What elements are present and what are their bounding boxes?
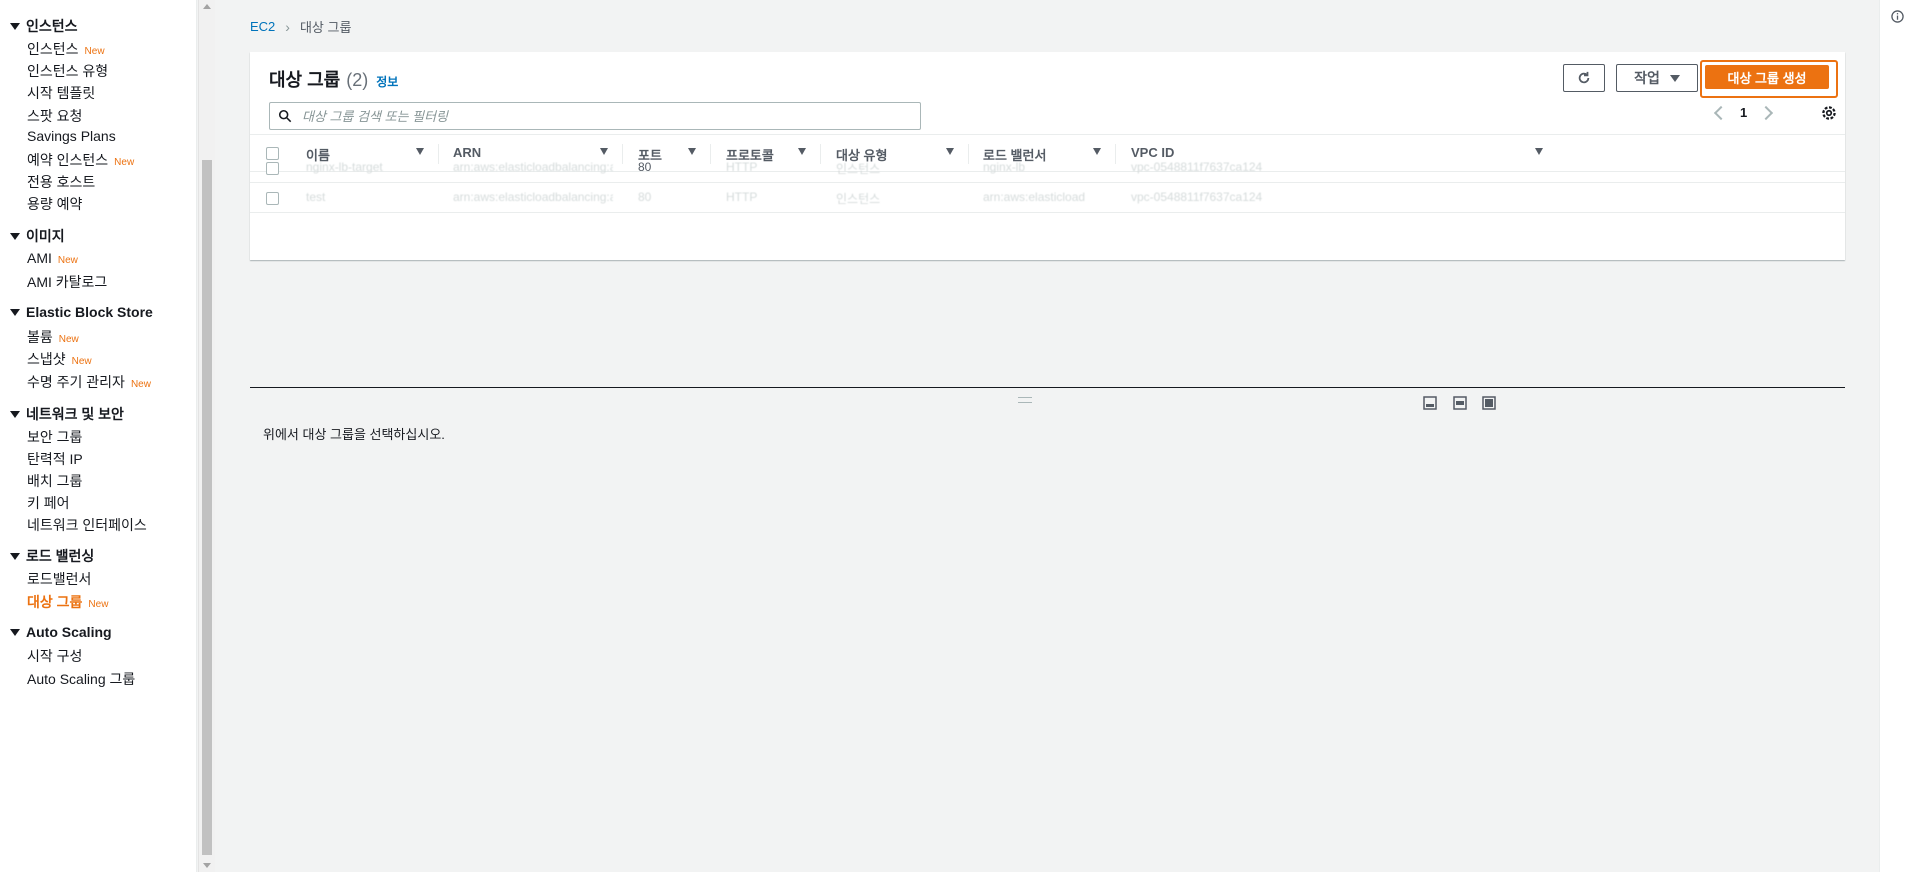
split-side-icon[interactable] xyxy=(1453,396,1467,410)
sidebar-item-lifecycle-manager[interactable]: 수명 주기 관리자 New xyxy=(27,372,151,392)
sidebar-item-key-pairs[interactable]: 키 페어 xyxy=(27,493,70,513)
page-number[interactable]: 1 xyxy=(1740,105,1747,120)
split-panel-drag-handle[interactable] xyxy=(1018,397,1032,403)
sidebar-item-security-groups[interactable]: 보안 그룹 xyxy=(27,427,82,447)
nav-section-ebs[interactable]: Elastic Block Store xyxy=(10,304,153,320)
panel-title: 대상 그룹 (2) 정보 xyxy=(269,70,399,90)
refresh-button[interactable] xyxy=(1563,64,1605,92)
arn-cell: arn:aws:elasticloadbalancing:ap xyxy=(453,190,613,204)
nav-section-network-security[interactable]: 네트워크 및 보안 xyxy=(10,404,124,424)
sidebar-item-placement-groups[interactable]: 배치 그룹 xyxy=(27,471,82,491)
scrollbar-thumb[interactable] xyxy=(202,160,212,855)
info-link[interactable]: 정보 xyxy=(376,75,398,89)
sidebar-item-launch-templates[interactable]: 시작 템플릿 xyxy=(27,83,95,103)
vpc-id-cell[interactable]: vpc-0548811f7637ca124 xyxy=(1131,160,1262,174)
sidebar-item-instances[interactable]: 인스턴스 New xyxy=(27,39,105,59)
scroll-down-icon[interactable] xyxy=(203,863,211,868)
table-row[interactable]: nginx-lb-target arn:aws:elasticloadbalan… xyxy=(250,153,1845,183)
tools-rail xyxy=(1879,0,1916,872)
info-icon[interactable] xyxy=(1891,10,1904,23)
create-target-group-button[interactable]: 대상 그룹 생성 xyxy=(1705,65,1829,89)
caret-down-icon xyxy=(1669,74,1680,82)
protocol-cell: HTTP xyxy=(726,160,758,174)
refresh-icon xyxy=(1578,71,1590,84)
sidebar-item-reserved-instances[interactable]: 예약 인스턴스 New xyxy=(27,150,134,170)
sidebar-item-auto-scaling-groups[interactable]: Auto Scaling 그룹 xyxy=(27,669,135,689)
row-checkbox[interactable] xyxy=(266,192,279,205)
target-type-cell: 인스턴스 xyxy=(836,192,881,206)
target-group-name-link[interactable]: nginx-lb-target xyxy=(306,160,436,174)
load-balancer-cell[interactable]: arn:aws:elasticload xyxy=(983,190,1103,204)
caret-down-icon xyxy=(10,308,20,316)
sidebar-item-spot-requests[interactable]: 스팟 요청 xyxy=(27,106,82,126)
breadcrumb-ec2-link[interactable]: EC2 xyxy=(250,19,275,34)
vpc-id-cell[interactable]: vpc-0548811f7637ca124 xyxy=(1131,190,1262,204)
sidebar-scrollbar[interactable] xyxy=(198,0,215,872)
caret-down-icon xyxy=(10,22,20,30)
caret-down-icon xyxy=(10,410,20,418)
sidebar-item-target-groups[interactable]: 대상 그룹 New xyxy=(27,592,108,612)
scroll-up-icon[interactable] xyxy=(203,4,211,9)
arn-cell: arn:aws:elasticloadbalancing:ap xyxy=(453,160,613,174)
main-content: EC2 › 대상 그룹 대상 그룹(2)정보 작업 대상 그룹 생성 1 이름 xyxy=(214,0,1879,872)
target-type-cell: 인스턴스 xyxy=(836,162,881,176)
sidebar-item-ami[interactable]: AMI New xyxy=(27,250,78,266)
sidebar-item-savings-plans[interactable]: Savings Plans xyxy=(27,128,116,144)
port-cell: 80 xyxy=(638,160,652,174)
nav-section-images[interactable]: 이미지 xyxy=(10,226,65,246)
sidebar-item-launch-configurations[interactable]: 시작 구성 xyxy=(27,646,82,666)
item-count: (2) xyxy=(346,70,369,90)
breadcrumb: EC2 › 대상 그룹 xyxy=(250,17,351,36)
chevron-right-icon[interactable] xyxy=(1759,105,1774,120)
gear-icon[interactable] xyxy=(1820,104,1838,122)
caret-down-icon xyxy=(10,552,20,560)
sidebar-item-instance-types[interactable]: 인스턴스 유형 xyxy=(27,61,108,81)
sidebar: 인스턴스 인스턴스 New 인스턴스 유형 시작 템플릿 스팟 요청 Saving… xyxy=(0,0,197,872)
protocol-cell: HTTP xyxy=(726,190,758,204)
split-panel-divider xyxy=(250,387,1845,388)
sidebar-item-capacity-reservations[interactable]: 용량 예약 xyxy=(27,194,82,214)
sidebar-item-dedicated-hosts[interactable]: 전용 호스트 xyxy=(27,172,95,192)
search-input[interactable] xyxy=(300,107,904,125)
table-row[interactable]: test arn:aws:elasticloadbalancing:ap 80 … xyxy=(250,183,1845,213)
caret-down-icon xyxy=(10,628,20,636)
split-full-icon[interactable] xyxy=(1482,396,1496,410)
nav-section-auto-scaling[interactable]: Auto Scaling xyxy=(10,624,112,640)
sidebar-item-snapshots[interactable]: 스냅샷 New xyxy=(27,349,92,369)
sidebar-item-volumes[interactable]: 볼륨 New xyxy=(27,327,79,347)
load-balancer-cell[interactable]: nginx-lb xyxy=(983,160,1025,174)
pagination: 1 xyxy=(1713,105,1774,120)
nav-section-instances[interactable]: 인스턴스 xyxy=(10,16,78,36)
split-bottom-icon[interactable] xyxy=(1423,396,1437,410)
search-icon xyxy=(278,109,292,123)
target-groups-panel: 대상 그룹(2)정보 작업 대상 그룹 생성 1 이름 ARN xyxy=(250,52,1845,260)
breadcrumb-current: 대상 그룹 xyxy=(299,20,352,35)
sidebar-item-load-balancers[interactable]: 로드밸런서 xyxy=(27,569,91,589)
sidebar-item-elastic-ips[interactable]: 탄력적 IP xyxy=(27,449,83,469)
actions-dropdown-button[interactable]: 작업 xyxy=(1616,64,1698,92)
sidebar-item-network-interfaces[interactable]: 네트워크 인터페이스 xyxy=(27,515,147,535)
target-group-name-link[interactable]: test xyxy=(306,190,436,204)
port-cell: 80 xyxy=(638,190,652,204)
nav-section-load-balancing[interactable]: 로드 밸런싱 xyxy=(10,546,94,566)
search-field[interactable] xyxy=(269,102,921,130)
split-panel-message: 위에서 대상 그룹을 선택하십시오. xyxy=(263,427,445,442)
create-target-group-focus-ring: 대상 그룹 생성 xyxy=(1700,60,1838,98)
chevron-left-icon[interactable] xyxy=(1713,105,1729,120)
row-checkbox[interactable] xyxy=(266,162,279,175)
chevron-right-icon: › xyxy=(285,18,290,35)
sidebar-item-ami-catalog[interactable]: AMI 카탈로그 xyxy=(27,272,107,292)
caret-down-icon xyxy=(10,232,20,240)
